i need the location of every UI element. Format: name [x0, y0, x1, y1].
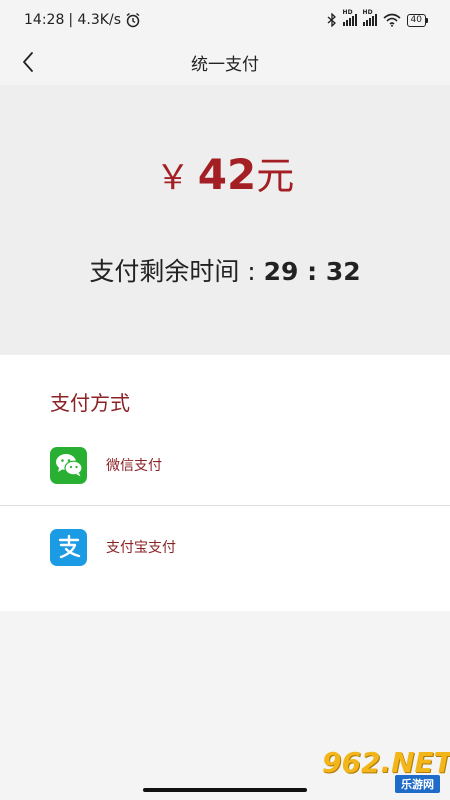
payment-amount: ￥ 42 元 [0, 145, 450, 200]
chevron-left-icon [23, 52, 33, 72]
wechat-pay-label: 微信支付 [106, 458, 162, 474]
clock-time: 14:28 [24, 12, 65, 28]
home-indicator[interactable] [143, 788, 307, 792]
status-bar: 14:28 | 4.3K/s HD HD 40 [0, 0, 450, 40]
battery-level: 40 [406, 13, 426, 27]
bluetooth-icon [327, 13, 336, 27]
wifi-icon [383, 13, 401, 27]
divider [0, 505, 450, 506]
wechat-icon [50, 446, 87, 484]
payment-method-heading: 支付方式 [50, 391, 130, 415]
watermark-subtext: 乐游网 [395, 775, 440, 793]
battery-icon: 40 [406, 13, 428, 27]
timer-value: 29 : 32 [263, 257, 361, 286]
watermark-logo: 962.NET 乐游网 [310, 746, 450, 794]
signal-icon-2: HD [362, 9, 377, 26]
countdown-timer: 支付剩余时间 : 29 : 32 [0, 252, 450, 288]
wechat-pay-option[interactable]: 微信支付 [0, 435, 450, 495]
page-title: 统一支付 [191, 55, 259, 75]
alipay-icon [50, 528, 87, 566]
status-right: HD HD 40 [327, 9, 428, 27]
status-left: 14:28 | 4.3K/s [24, 12, 141, 28]
timer-label: 支付剩余时间 : [89, 257, 264, 286]
alarm-icon [126, 12, 140, 28]
currency-symbol: ￥ [155, 158, 190, 198]
nav-bar: 统一支付 [0, 40, 450, 85]
alipay-label: 支付宝支付 [106, 540, 176, 556]
amount-value: 42 [197, 150, 257, 199]
alipay-option[interactable]: 支付宝支付 [0, 517, 450, 577]
amount-unit: 元 [256, 154, 295, 198]
back-button[interactable] [14, 48, 42, 76]
amount-section: ￥ 42 元 支付剩余时间 : 29 : 32 [0, 85, 450, 355]
network-speed: | 4.3K/s [68, 12, 121, 28]
payment-method-card: 支付方式 微信支付 支付宝支付 [0, 355, 450, 611]
signal-icon-1: HD [342, 9, 357, 26]
